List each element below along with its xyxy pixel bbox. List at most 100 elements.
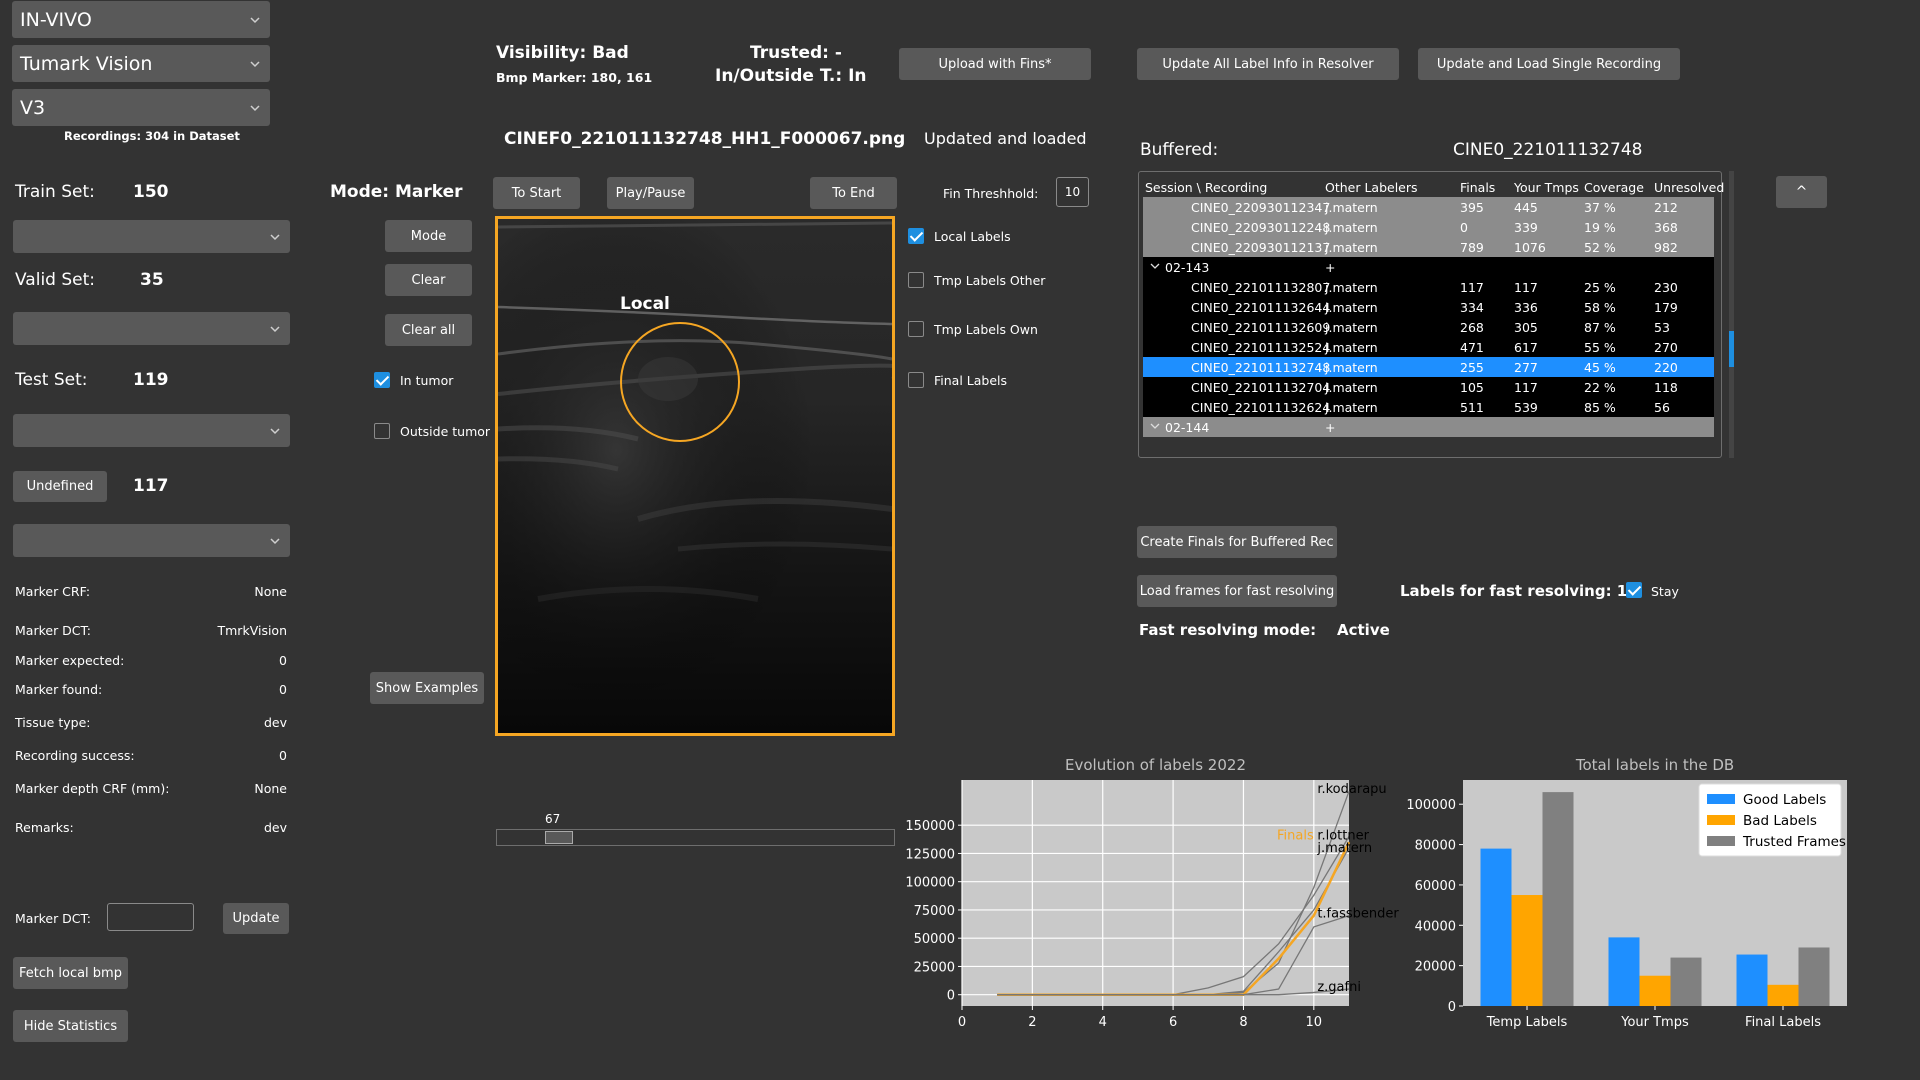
version-combo[interactable]: V3 [12, 89, 270, 126]
tree-cell-coverage: 58 % [1584, 300, 1616, 315]
update-all-label-info-button[interactable]: Update All Label Info in Resolver [1137, 48, 1399, 80]
tree-cell-coverage: 55 % [1584, 340, 1616, 355]
marker-info-key: Recording success: [15, 748, 135, 763]
tree-cell-unresolved: 230 [1654, 280, 1678, 295]
device-combo[interactable]: Tumark Vision [12, 45, 270, 82]
undefined-button[interactable]: Undefined [13, 471, 107, 502]
tree-cell-unresolved: 53 [1654, 320, 1670, 335]
evolution-line-chart: Evolution of labels 2022 0 2 4 6 8 10 0 25000 500… [905, 756, 1399, 1030]
bar-good-labels [1480, 848, 1512, 1006]
tree-cell-name: CINE0_221011132807 [1191, 280, 1331, 295]
source-combo[interactable]: IN-VIVO [12, 1, 270, 38]
tree-recording-row[interactable]: CINE0_221011132704 j.matern 105 117 22 % 118 [1143, 377, 1714, 397]
label-toggle-checkbox[interactable] [908, 228, 924, 244]
tree-recording-row[interactable]: CINE0_221011132748 j.matern 255 277 45 % 220 [1143, 357, 1714, 377]
tree-recording-row[interactable]: CINE0_220930112248 j.matern 0 339 19 % 368 [1143, 217, 1714, 237]
marker-info-value: None [254, 584, 287, 599]
line-chart-y-tick-label: 100000 [905, 876, 955, 891]
tree-cell-finals: 471 [1460, 340, 1484, 355]
buffered-tree[interactable]: Session \ Recording Other Labelers Final… [1138, 171, 1724, 458]
marker-info-value: dev [263, 715, 287, 730]
create-finals-button[interactable]: Create Finals for Buffered Rec [1137, 526, 1337, 558]
to-end-button[interactable]: To End [810, 177, 897, 209]
line-chart-x-tick-label: 4 [1099, 1015, 1107, 1030]
tree-scrollbar[interactable] [1729, 171, 1734, 458]
label-toggle-label: Tmp Labels Own [934, 322, 1038, 337]
line-chart-title: Evolution of labels 2022 [1065, 756, 1246, 774]
tree-recording-row[interactable]: CINE0_221011132609 j.matern 268 305 87 % 53 [1143, 317, 1714, 337]
update-single-recording-button[interactable]: Update and Load Single Recording [1418, 48, 1680, 80]
hide-statistics-button[interactable]: Hide Statistics [13, 1010, 128, 1042]
tree-recording-row[interactable]: CINE0_221011132644 j.matern 334 336 58 % 179 [1143, 297, 1714, 317]
valid-set-value: 35 [140, 270, 164, 290]
label-toggle-checkbox[interactable] [908, 372, 924, 388]
marker-info-value: dev [263, 820, 287, 835]
tree-cell-labeler: j.matern [1325, 220, 1378, 235]
clear-button[interactable]: Clear [385, 264, 472, 296]
chevron-down-icon[interactable] [1149, 262, 1161, 272]
bar-chart-legend: Good Labels Bad Labels Trusted Frames [1698, 783, 1846, 857]
test-set-combo[interactable] [13, 414, 290, 447]
buffered-label: Buffered: [1140, 140, 1219, 160]
line-chart-y-tick-label: 75000 [914, 904, 955, 919]
collapse-button[interactable]: ^ [1776, 176, 1827, 208]
undefined-combo[interactable] [13, 524, 290, 557]
load-frames-button[interactable]: Load frames for fast resolving [1137, 575, 1337, 607]
play-pause-button[interactable]: Play/Pause [607, 177, 694, 209]
tree-cell-tmps: 336 [1514, 300, 1538, 315]
line-chart-series-label: r.kodarapu [1317, 782, 1386, 797]
tree-recording-row[interactable]: CINE0_220930112137 j.matern 789 1076 52 % 982 [1143, 237, 1714, 257]
in-tumor-label: In tumor [400, 373, 454, 388]
tree-cell-name: CINE0_221011132624 [1191, 400, 1331, 415]
tree-recording-row[interactable]: CINE0_221011132807 j.matern 117 117 25 % 230 [1143, 277, 1714, 297]
tree-cell-labeler: j.matern [1325, 200, 1378, 215]
slider-handle[interactable] [544, 831, 573, 844]
tree-recording-row[interactable]: CINE0_221011132624 j.matern 511 539 85 % 56 [1143, 397, 1714, 417]
line-chart-plot-area [962, 780, 1349, 1006]
label-toggle-checkbox[interactable] [908, 321, 924, 337]
tree-recording-row[interactable]: CINE0_221011132524 j.matern 471 617 55 % 270 [1143, 337, 1714, 357]
in-tumor-checkbox[interactable] [374, 372, 390, 388]
tree-cell-labeler: j.matern [1325, 320, 1378, 335]
chevron-down-icon[interactable] [1149, 422, 1161, 432]
mode-button[interactable]: Mode [385, 220, 472, 252]
valid-set-label: Valid Set: [15, 270, 96, 290]
fetch-local-bmp-button[interactable]: Fetch local bmp [13, 957, 128, 989]
tree-cell-coverage: 25 % [1584, 280, 1616, 295]
in-outside-status: In/Outside T.: In [715, 66, 867, 86]
clear-all-button[interactable]: Clear all [385, 314, 472, 346]
tree-cell-labeler: + [1325, 260, 1336, 275]
tree-session-row[interactable]: 02-143 + [1143, 257, 1714, 277]
marker-info-key: Marker depth CRF (mm): [15, 781, 170, 796]
marker-info-key: Tissue type: [15, 715, 91, 730]
outside-tumor-checkbox[interactable] [374, 423, 390, 439]
marker-info-value: 0 [279, 653, 287, 668]
stay-checkbox[interactable] [1626, 582, 1642, 598]
update-marker-dct-button[interactable]: Update [223, 903, 289, 934]
bar-chart-category-label: Your Tmps [1620, 1015, 1689, 1030]
frame-slider[interactable] [496, 829, 895, 846]
to-start-button[interactable]: To Start [493, 177, 580, 209]
label-toggle-checkbox[interactable] [908, 272, 924, 288]
upload-with-fins-button[interactable]: Upload with Fins* [899, 48, 1091, 80]
show-examples-button[interactable]: Show Examples [370, 672, 484, 704]
line-chart-x-tick-label: 2 [1028, 1015, 1036, 1030]
bmp-marker-status: Bmp Marker: 180, 161 [496, 70, 653, 85]
tree-cell-unresolved: 118 [1654, 380, 1678, 395]
fin-threshold-input[interactable]: 10 [1056, 177, 1089, 207]
tree-cell-name: 02-143 [1165, 260, 1210, 275]
tree-cell-tmps: 1076 [1514, 240, 1546, 255]
frame-overlay-label: Local [620, 294, 670, 314]
ultrasound-frame-view[interactable]: Local [495, 216, 895, 736]
marker-dct-input[interactable] [107, 903, 194, 931]
tree-session-row[interactable]: 02-144 + [1143, 417, 1714, 437]
tree-recording-row[interactable]: CINE0_220930112347 j.matern 395 445 37 % 212 [1143, 197, 1714, 217]
tree-scrollbar-thumb[interactable] [1729, 331, 1734, 367]
train-set-combo[interactable] [13, 220, 290, 253]
fast-resolving-mode-label: Fast resolving mode: [1139, 621, 1317, 639]
chevron-down-icon [270, 537, 280, 544]
chevron-down-icon [250, 104, 260, 111]
recordings-count: Recordings: 304 in Dataset [64, 129, 240, 143]
bar-bad-labels [1511, 895, 1543, 1006]
valid-set-combo[interactable] [13, 312, 290, 345]
